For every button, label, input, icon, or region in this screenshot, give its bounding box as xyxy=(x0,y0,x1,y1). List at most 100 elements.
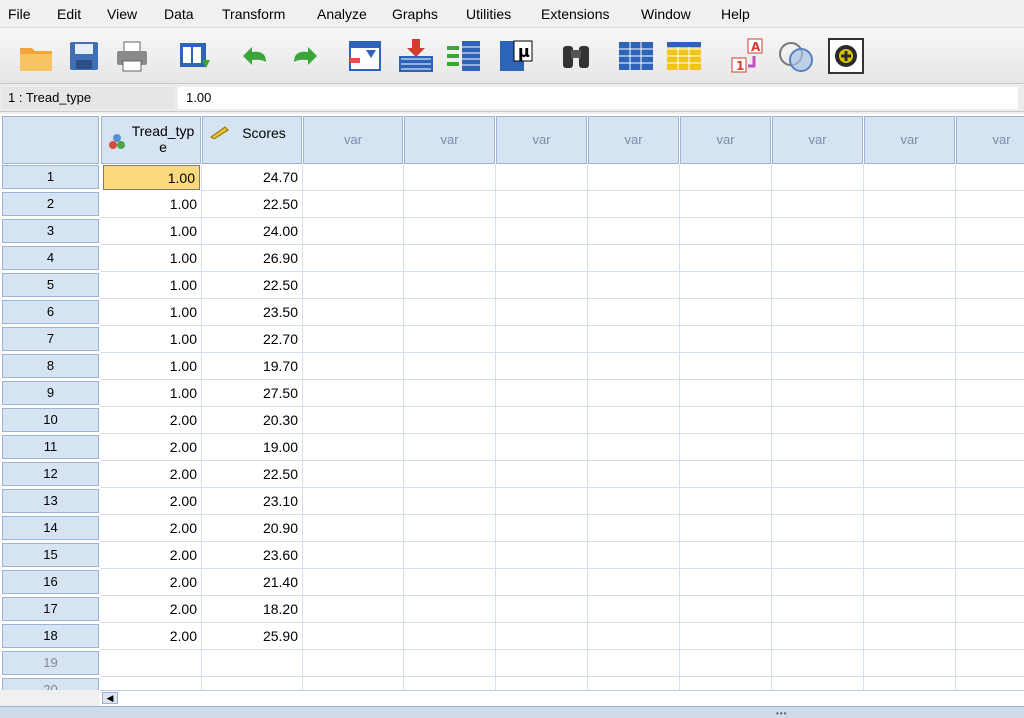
row-header[interactable]: 3 xyxy=(2,219,99,243)
menu-extensions[interactable]: Extensions xyxy=(541,6,609,22)
grid-cell[interactable] xyxy=(496,191,588,218)
grid-cell[interactable] xyxy=(496,623,588,650)
grid-cell[interactable] xyxy=(772,677,864,690)
grid-cell[interactable]: 2.00 xyxy=(101,488,202,515)
grid-cell[interactable]: 22.70 xyxy=(202,326,303,353)
grid-cell[interactable] xyxy=(680,542,772,569)
grid-cell[interactable] xyxy=(303,272,404,299)
grid-cell[interactable] xyxy=(680,569,772,596)
insert-variable-icon[interactable] xyxy=(444,36,484,76)
grid-cell[interactable]: 2.00 xyxy=(101,407,202,434)
grid-cell[interactable]: 1.00 xyxy=(101,326,202,353)
grid-cell[interactable] xyxy=(404,353,496,380)
scroll-left-arrow-icon[interactable]: ◀ xyxy=(102,692,118,704)
grid-cell[interactable] xyxy=(303,542,404,569)
grid-cell[interactable] xyxy=(588,677,680,690)
grid-cell[interactable] xyxy=(588,353,680,380)
grid-cell[interactable]: 1.00 xyxy=(101,191,202,218)
grid-cell[interactable] xyxy=(496,650,588,677)
grid-cell[interactable] xyxy=(404,515,496,542)
grid-cell[interactable] xyxy=(680,191,772,218)
row-header[interactable]: 7 xyxy=(2,327,99,351)
grid-cell[interactable] xyxy=(956,461,1024,488)
grid-cell[interactable] xyxy=(588,596,680,623)
grid-cell[interactable] xyxy=(404,488,496,515)
grid-cell[interactable] xyxy=(864,569,956,596)
row-header[interactable]: 19 xyxy=(2,651,99,675)
grid-cell[interactable] xyxy=(588,650,680,677)
menu-edit[interactable]: Edit xyxy=(57,6,81,22)
grid-cell[interactable] xyxy=(680,677,772,690)
grid-cell[interactable]: 26.90 xyxy=(202,245,303,272)
grid-cell[interactable] xyxy=(956,515,1024,542)
grid-cell[interactable] xyxy=(588,569,680,596)
grid-cell[interactable] xyxy=(496,515,588,542)
grid-cell[interactable]: 20.30 xyxy=(202,407,303,434)
split-file-icon[interactable] xyxy=(616,36,656,76)
grid-cell[interactable] xyxy=(772,218,864,245)
grid-cell[interactable] xyxy=(588,272,680,299)
grid-cell[interactable] xyxy=(404,218,496,245)
grid-cell[interactable] xyxy=(588,461,680,488)
column-header-scores[interactable]: Scores xyxy=(202,116,302,164)
menu-utilities[interactable]: Utilities xyxy=(466,6,511,22)
print-icon[interactable] xyxy=(112,36,152,76)
grid-cell[interactable] xyxy=(772,461,864,488)
go-to-case-icon[interactable] xyxy=(346,36,386,76)
grid-cell[interactable] xyxy=(680,515,772,542)
grid-cell[interactable] xyxy=(772,569,864,596)
grid-cell[interactable] xyxy=(772,299,864,326)
grid-cell[interactable] xyxy=(864,677,956,690)
grid-cell[interactable]: 2.00 xyxy=(101,596,202,623)
grid-cell[interactable] xyxy=(303,353,404,380)
row-header[interactable]: 5 xyxy=(2,273,99,297)
grid-cell[interactable] xyxy=(303,623,404,650)
grid-cell[interactable] xyxy=(101,650,202,677)
grid-cell[interactable]: 22.50 xyxy=(202,461,303,488)
grid-cell[interactable] xyxy=(303,596,404,623)
grid-cell[interactable] xyxy=(303,677,404,690)
menu-window[interactable]: Window xyxy=(641,6,691,22)
grid-cell[interactable]: 18.20 xyxy=(202,596,303,623)
grid-cell[interactable] xyxy=(772,515,864,542)
menu-transform[interactable]: Transform xyxy=(222,6,285,22)
grid-cell[interactable] xyxy=(496,218,588,245)
grid-cell[interactable]: 2.00 xyxy=(101,515,202,542)
grid-cell[interactable] xyxy=(772,542,864,569)
grid-cell[interactable] xyxy=(496,461,588,488)
grid-cell[interactable] xyxy=(303,461,404,488)
grid-cell[interactable]: 23.60 xyxy=(202,542,303,569)
grid-cell[interactable] xyxy=(496,407,588,434)
recall-dialog-icon[interactable] xyxy=(176,36,216,76)
grid-cell[interactable]: 1.00 xyxy=(101,272,202,299)
grid-cell[interactable] xyxy=(588,299,680,326)
grid-cell[interactable] xyxy=(680,218,772,245)
grid-cell[interactable] xyxy=(680,596,772,623)
grid-cell[interactable] xyxy=(588,326,680,353)
grid-cell[interactable]: 2.00 xyxy=(101,461,202,488)
grid-cell[interactable]: 21.40 xyxy=(202,569,303,596)
grid-cell[interactable] xyxy=(404,272,496,299)
row-header[interactable]: 10 xyxy=(2,408,99,432)
grid-cell[interactable] xyxy=(404,245,496,272)
grid-cell[interactable] xyxy=(956,434,1024,461)
grid-cell[interactable] xyxy=(404,623,496,650)
use-sets-icon[interactable] xyxy=(776,36,816,76)
row-header[interactable]: 16 xyxy=(2,570,99,594)
row-header[interactable]: 11 xyxy=(2,435,99,459)
grid-cell[interactable] xyxy=(956,542,1024,569)
grid-cell[interactable] xyxy=(772,434,864,461)
grid-cell[interactable] xyxy=(303,326,404,353)
grid-cell[interactable] xyxy=(496,299,588,326)
grid-cell[interactable] xyxy=(404,650,496,677)
row-header[interactable]: 13 xyxy=(2,489,99,513)
grid-cell[interactable] xyxy=(864,245,956,272)
grid-cell[interactable] xyxy=(588,380,680,407)
grid-cell[interactable] xyxy=(956,650,1024,677)
select-cases-icon[interactable] xyxy=(664,36,704,76)
row-header[interactable]: 17 xyxy=(2,597,99,621)
grid-cell[interactable] xyxy=(864,191,956,218)
grid-cell[interactable] xyxy=(303,488,404,515)
grid-cell[interactable] xyxy=(101,677,202,690)
grid-cell[interactable] xyxy=(588,623,680,650)
